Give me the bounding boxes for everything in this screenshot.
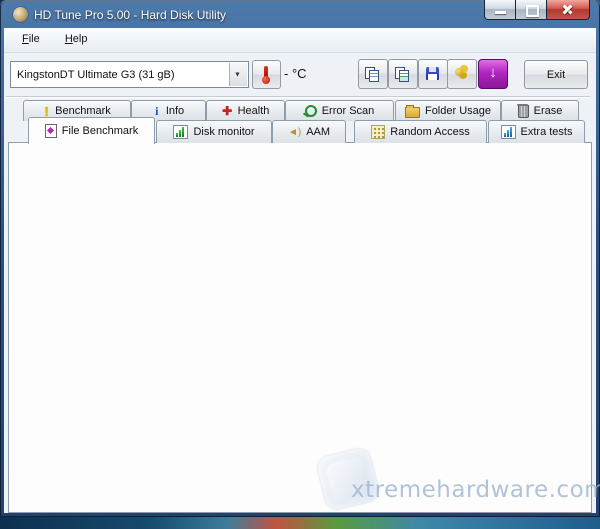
coins-icon xyxy=(454,64,468,78)
tab-folder-usage[interactable]: Folder Usage xyxy=(395,100,501,121)
maximize-button[interactable] xyxy=(515,0,547,20)
minimize-button[interactable] xyxy=(484,0,516,20)
maximize-icon xyxy=(526,5,539,17)
disk-monitor-icon xyxy=(173,125,188,139)
window-title: HD Tune Pro 5.00 - Hard Disk Utility xyxy=(34,8,226,22)
random-access-icon xyxy=(371,125,385,139)
exit-button-label: Exit xyxy=(525,69,587,81)
close-icon xyxy=(561,3,574,16)
tab-extra-tests[interactable]: Extra tests xyxy=(488,120,585,143)
update-button[interactable]: ↓ xyxy=(478,59,508,89)
tab-disk-monitor[interactable]: Disk monitor xyxy=(156,120,272,143)
magnifier-icon xyxy=(305,105,317,117)
temperature-value: - °C xyxy=(284,66,307,81)
menu-bar: File Help xyxy=(4,28,596,53)
tab-random-access[interactable]: Random Access xyxy=(354,120,487,143)
folder-icon xyxy=(405,107,420,118)
close-button[interactable] xyxy=(546,0,590,20)
toolbar-separator xyxy=(6,96,590,98)
minimize-icon xyxy=(495,11,506,14)
app-icon xyxy=(13,7,28,22)
tab-label: Erase xyxy=(534,105,563,117)
copy-text-button[interactable] xyxy=(358,59,388,89)
trash-icon xyxy=(518,105,529,118)
drive-select-value: KingstonDT Ultimate G3 (31 gB) xyxy=(17,69,175,81)
tab-aam[interactable]: ◄) AAM xyxy=(272,120,346,143)
save-button[interactable] xyxy=(418,59,448,89)
tab-erase[interactable]: Erase xyxy=(501,100,579,121)
file-benchmark-icon xyxy=(45,124,57,138)
menu-help[interactable]: Help xyxy=(61,32,92,46)
menu-file[interactable]: File xyxy=(18,32,44,46)
speaker-icon: ◄) xyxy=(288,127,301,138)
file-benchmark-page xyxy=(8,142,592,513)
extra-tests-icon xyxy=(501,125,516,139)
exit-button[interactable]: Exit xyxy=(524,60,588,89)
tab-health[interactable]: ✚ Health xyxy=(206,100,285,121)
copy-image-icon xyxy=(395,67,410,82)
stage: HD Tune Pro 5.00 - Hard Disk Utility Fil… xyxy=(0,0,600,529)
tab-error-scan[interactable]: Error Scan xyxy=(285,100,394,121)
watermark-text: xtremehardware.com xyxy=(351,477,600,503)
chevron-down-icon[interactable] xyxy=(229,63,247,86)
tab-label: Extra tests xyxy=(521,126,573,138)
health-cross-icon: ✚ xyxy=(222,104,233,118)
tab-label: Benchmark xyxy=(55,105,111,117)
tab-label: Error Scan xyxy=(322,105,375,117)
copy-image-button[interactable] xyxy=(388,59,418,89)
tab-label: Random Access xyxy=(390,126,469,138)
tab-label: Health xyxy=(238,105,270,117)
options-button[interactable] xyxy=(447,59,477,89)
thermometer-icon xyxy=(264,66,268,79)
info-icon: i xyxy=(153,104,161,119)
copy-text-icon xyxy=(365,67,380,82)
save-icon xyxy=(426,67,439,80)
tab-file-benchmark[interactable]: File Benchmark xyxy=(28,117,155,144)
tab-label: Disk monitor xyxy=(193,126,254,138)
drive-select-combobox[interactable]: KingstonDT Ultimate G3 (31 gB) xyxy=(10,61,249,88)
tab-label: AAM xyxy=(306,126,330,138)
temperature-button[interactable] xyxy=(252,60,281,89)
arrow-down-icon: ↓ xyxy=(489,64,497,81)
app-window: HD Tune Pro 5.00 - Hard Disk Utility Fil… xyxy=(0,0,600,517)
title-bar[interactable]: HD Tune Pro 5.00 - Hard Disk Utility xyxy=(0,0,600,29)
tab-label: Folder Usage xyxy=(425,105,491,117)
tab-label: Info xyxy=(166,105,184,117)
tab-label: File Benchmark xyxy=(62,125,138,137)
